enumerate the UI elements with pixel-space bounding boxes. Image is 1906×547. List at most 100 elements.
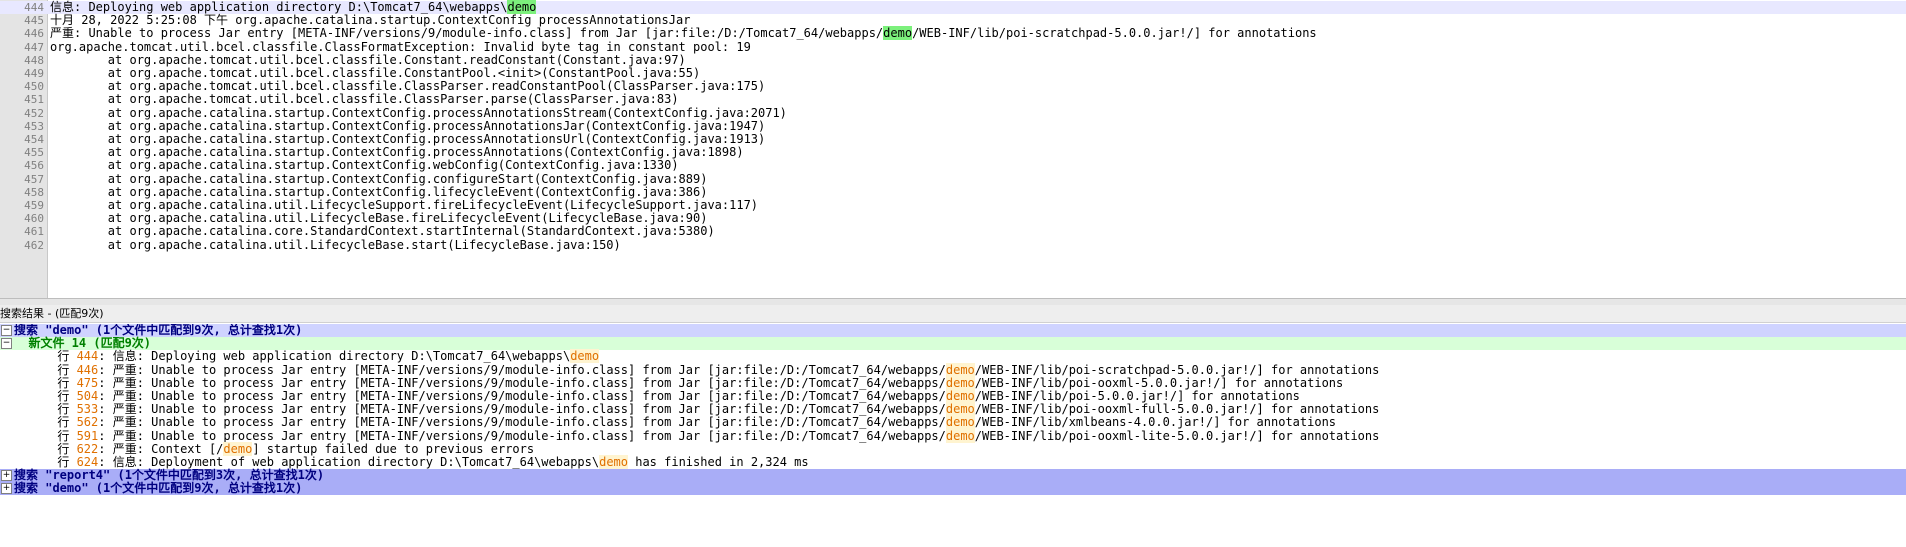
- editor-line[interactable]: 449 at org.apache.tomcat.util.bcel.class…: [0, 67, 1906, 81]
- text-segment: 行: [14, 362, 77, 377]
- result-text: 行 444: 信息: Deploying web application dir…: [14, 349, 600, 364]
- editor-line[interactable]: 445 十月 28, 2022 5:25:08 下午 org.apache.cat…: [0, 14, 1906, 28]
- search-results-panel[interactable]: − 搜索 "demo" (1个文件中匹配到9次, 总计查找1次) − 新文件 14 …: [0, 324, 1906, 547]
- match-highlight: demo: [599, 455, 628, 469]
- text-segment: : 信息: Deploying web application director…: [98, 349, 571, 364]
- match-highlight: demo: [945, 375, 975, 390]
- editor-line[interactable]: 461 at org.apache.catalina.core.Standard…: [0, 224, 1906, 239]
- result-hit-row[interactable]: 行 504: 严重: Unable to process Jar entry […: [0, 389, 1906, 403]
- result-line-number: 562: [76, 415, 99, 430]
- line-text: at org.apache.tomcat.util.bcel.classfile…: [50, 93, 679, 106]
- text-segment: at org.apache.catalina.startup.ContextCo…: [50, 105, 787, 120]
- result-hit-row[interactable]: 行 562: 严重: Unable to process Jar entry […: [0, 415, 1906, 430]
- line-text: at org.apache.catalina.util.LifecycleBas…: [50, 211, 708, 226]
- text-segment: org.apache.tomcat.util.bcel.classfile.Cl…: [50, 39, 751, 54]
- result-text: 行 562: 严重: Unable to process Jar entry […: [14, 415, 1337, 430]
- text-segment: has finished in 2,324 ms: [628, 455, 809, 469]
- expand-icon[interactable]: +: [1, 483, 12, 495]
- result-line-number: 624: [76, 455, 99, 469]
- text-segment: 严重: Unable to process Jar entry [META-IN…: [50, 26, 884, 41]
- result-hit-row[interactable]: 行 533: 严重: Unable to process Jar entry […: [0, 402, 1906, 417]
- result-search-row[interactable]: + 搜索 "demo" (1个文件中匹配到9次, 总计查找1次): [0, 482, 1906, 496]
- result-text: 搜索 "demo" (1个文件中匹配到9次, 总计查找1次): [14, 482, 302, 495]
- line-number: 455: [24, 146, 44, 160]
- text-segment: : 信息: Deployment of web application dire…: [98, 455, 600, 469]
- editor-line[interactable]: 455 at org.apache.catalina.startup.Conte…: [0, 146, 1906, 160]
- text-segment: at org.apache.catalina.startup.ContextCo…: [50, 158, 679, 173]
- text-segment: at org.apache.catalina.startup.ContextCo…: [50, 132, 766, 146]
- line-text: at org.apache.catalina.startup.ContextCo…: [50, 159, 679, 172]
- result-text: 行 591: 严重: Unable to process Jar entry […: [14, 428, 1379, 443]
- text-segment: at org.apache.catalina.startup.ContextCo…: [50, 145, 744, 160]
- editor-line[interactable]: 460 at org.apache.catalina.util.Lifecycl…: [0, 211, 1906, 226]
- result-line-number: 446: [76, 362, 99, 377]
- editor-line[interactable]: 448 at org.apache.tomcat.util.bcel.class…: [0, 53, 1906, 67]
- editor-line[interactable]: 454 at org.apache.catalina.startup.Conte…: [0, 133, 1906, 147]
- line-number: 450: [24, 80, 44, 94]
- result-hit-row[interactable]: 行 591: 严重: Unable to process Jar entry […: [0, 428, 1906, 443]
- text-segment: at org.apache.catalina.util.LifecycleBas…: [50, 211, 708, 226]
- line-number: 457: [24, 172, 44, 186]
- line-text: at org.apache.catalina.startup.ContextCo…: [50, 105, 787, 120]
- match-highlight: demo: [507, 0, 537, 14]
- line-text: at org.apache.catalina.util.LifecycleBas…: [50, 238, 621, 252]
- result-text: 行 622: 严重: Context [/demo] startup faile…: [14, 441, 534, 456]
- text-segment: : 严重: Unable to process Jar entry [META-…: [98, 389, 946, 403]
- editor-line[interactable]: 450 at org.apache.tomcat.util.bcel.class…: [0, 80, 1906, 94]
- result-hit-row[interactable]: 行 446: 严重: Unable to process Jar entry […: [0, 362, 1906, 377]
- line-number: 459: [24, 199, 44, 212]
- result-line-number: 444: [76, 349, 99, 364]
- text-segment: : 严重: Unable to process Jar entry [META-…: [98, 362, 946, 377]
- editor-line[interactable]: 451 at org.apache.tomcat.util.bcel.class…: [0, 93, 1906, 107]
- editor-line[interactable]: 456 at org.apache.catalina.startup.Conte…: [0, 159, 1906, 173]
- text-segment: /WEB-INF/lib/poi-5.0.0.jar!/] for annota…: [974, 389, 1300, 403]
- text-segment: 行: [14, 389, 77, 403]
- result-line-number: 504: [76, 389, 99, 403]
- line-text: at org.apache.tomcat.util.bcel.classfile…: [50, 80, 765, 93]
- line-text: org.apache.tomcat.util.bcel.classfile.Cl…: [50, 39, 751, 54]
- result-hit-row[interactable]: 行 444: 信息: Deploying web application dir…: [0, 349, 1906, 364]
- line-number: 447: [24, 40, 44, 54]
- text-segment: /WEB-INF/lib/xmlbeans-4.0.0.jar!/] for a…: [974, 415, 1337, 430]
- line-number: 460: [24, 212, 44, 226]
- result-line-number: 622: [76, 441, 99, 456]
- line-number: 451: [24, 93, 44, 107]
- editor-line[interactable]: 452 at org.apache.catalina.startup.Conte…: [0, 105, 1906, 120]
- editor-pane[interactable]: 444 信息: Deploying web application directo…: [0, 0, 1906, 298]
- result-hit-row[interactable]: 行 475: 严重: Unable to process Jar entry […: [0, 375, 1906, 390]
- editor-line[interactable]: 444 信息: Deploying web application directo…: [0, 0, 1906, 14]
- result-search-row[interactable]: − 搜索 "demo" (1个文件中匹配到9次, 总计查找1次): [0, 324, 1906, 337]
- result-text: 行 446: 严重: Unable to process Jar entry […: [14, 362, 1379, 377]
- editor-line[interactable]: 453 at org.apache.catalina.startup.Conte…: [0, 119, 1906, 133]
- text-segment: 行: [14, 402, 77, 417]
- text-segment: 行: [14, 428, 77, 443]
- line-text: at org.apache.catalina.startup.ContextCo…: [50, 146, 744, 159]
- match-highlight: demo: [945, 402, 975, 417]
- editor-line[interactable]: 459 at org.apache.catalina.util.Lifecycl…: [0, 198, 1906, 213]
- line-number: 456: [24, 159, 44, 173]
- text-segment: : 严重: Unable to process Jar entry [META-…: [98, 428, 946, 443]
- collapse-icon[interactable]: −: [1, 338, 12, 350]
- expand-icon[interactable]: +: [1, 470, 12, 482]
- result-line-number: 533: [76, 402, 99, 417]
- line-number: 462: [24, 238, 44, 252]
- editor-line[interactable]: 462 at org.apache.catalina.util.Lifecycl…: [0, 238, 1906, 252]
- text-segment: at org.apache.catalina.core.StandardCont…: [50, 224, 715, 239]
- result-hit-row[interactable]: 行 622: 严重: Context [/demo] startup faile…: [0, 441, 1906, 456]
- text-segment: 信息: Deploying web application directory …: [50, 0, 508, 14]
- editor-line[interactable]: 458 at org.apache.catalina.startup.Conte…: [0, 185, 1906, 199]
- text-segment: at org.apache.catalina.util.LifecycleSup…: [50, 198, 759, 212]
- text-segment: : 严重: Unable to process Jar entry [META-…: [98, 402, 946, 417]
- editor-line[interactable]: 457 at org.apache.catalina.startup.Conte…: [0, 172, 1906, 186]
- result-line-number: 591: [76, 428, 99, 443]
- editor-line[interactable]: 447 org.apache.tomcat.util.bcel.classfile…: [0, 39, 1906, 54]
- line-number: 449: [24, 67, 44, 80]
- match-highlight: demo: [945, 362, 975, 377]
- result-text: 行 475: 严重: Unable to process Jar entry […: [14, 375, 1343, 390]
- line-text: at org.apache.catalina.startup.ContextCo…: [50, 133, 765, 146]
- result-text: 行 504: 严重: Unable to process Jar entry […: [14, 389, 1300, 403]
- match-highlight: demo: [945, 415, 975, 430]
- text-segment: : 严重: Unable to process Jar entry [META-…: [98, 415, 946, 430]
- collapse-icon[interactable]: −: [1, 325, 12, 336]
- editor-line[interactable]: 446 严重: Unable to process Jar entry [META…: [0, 26, 1906, 41]
